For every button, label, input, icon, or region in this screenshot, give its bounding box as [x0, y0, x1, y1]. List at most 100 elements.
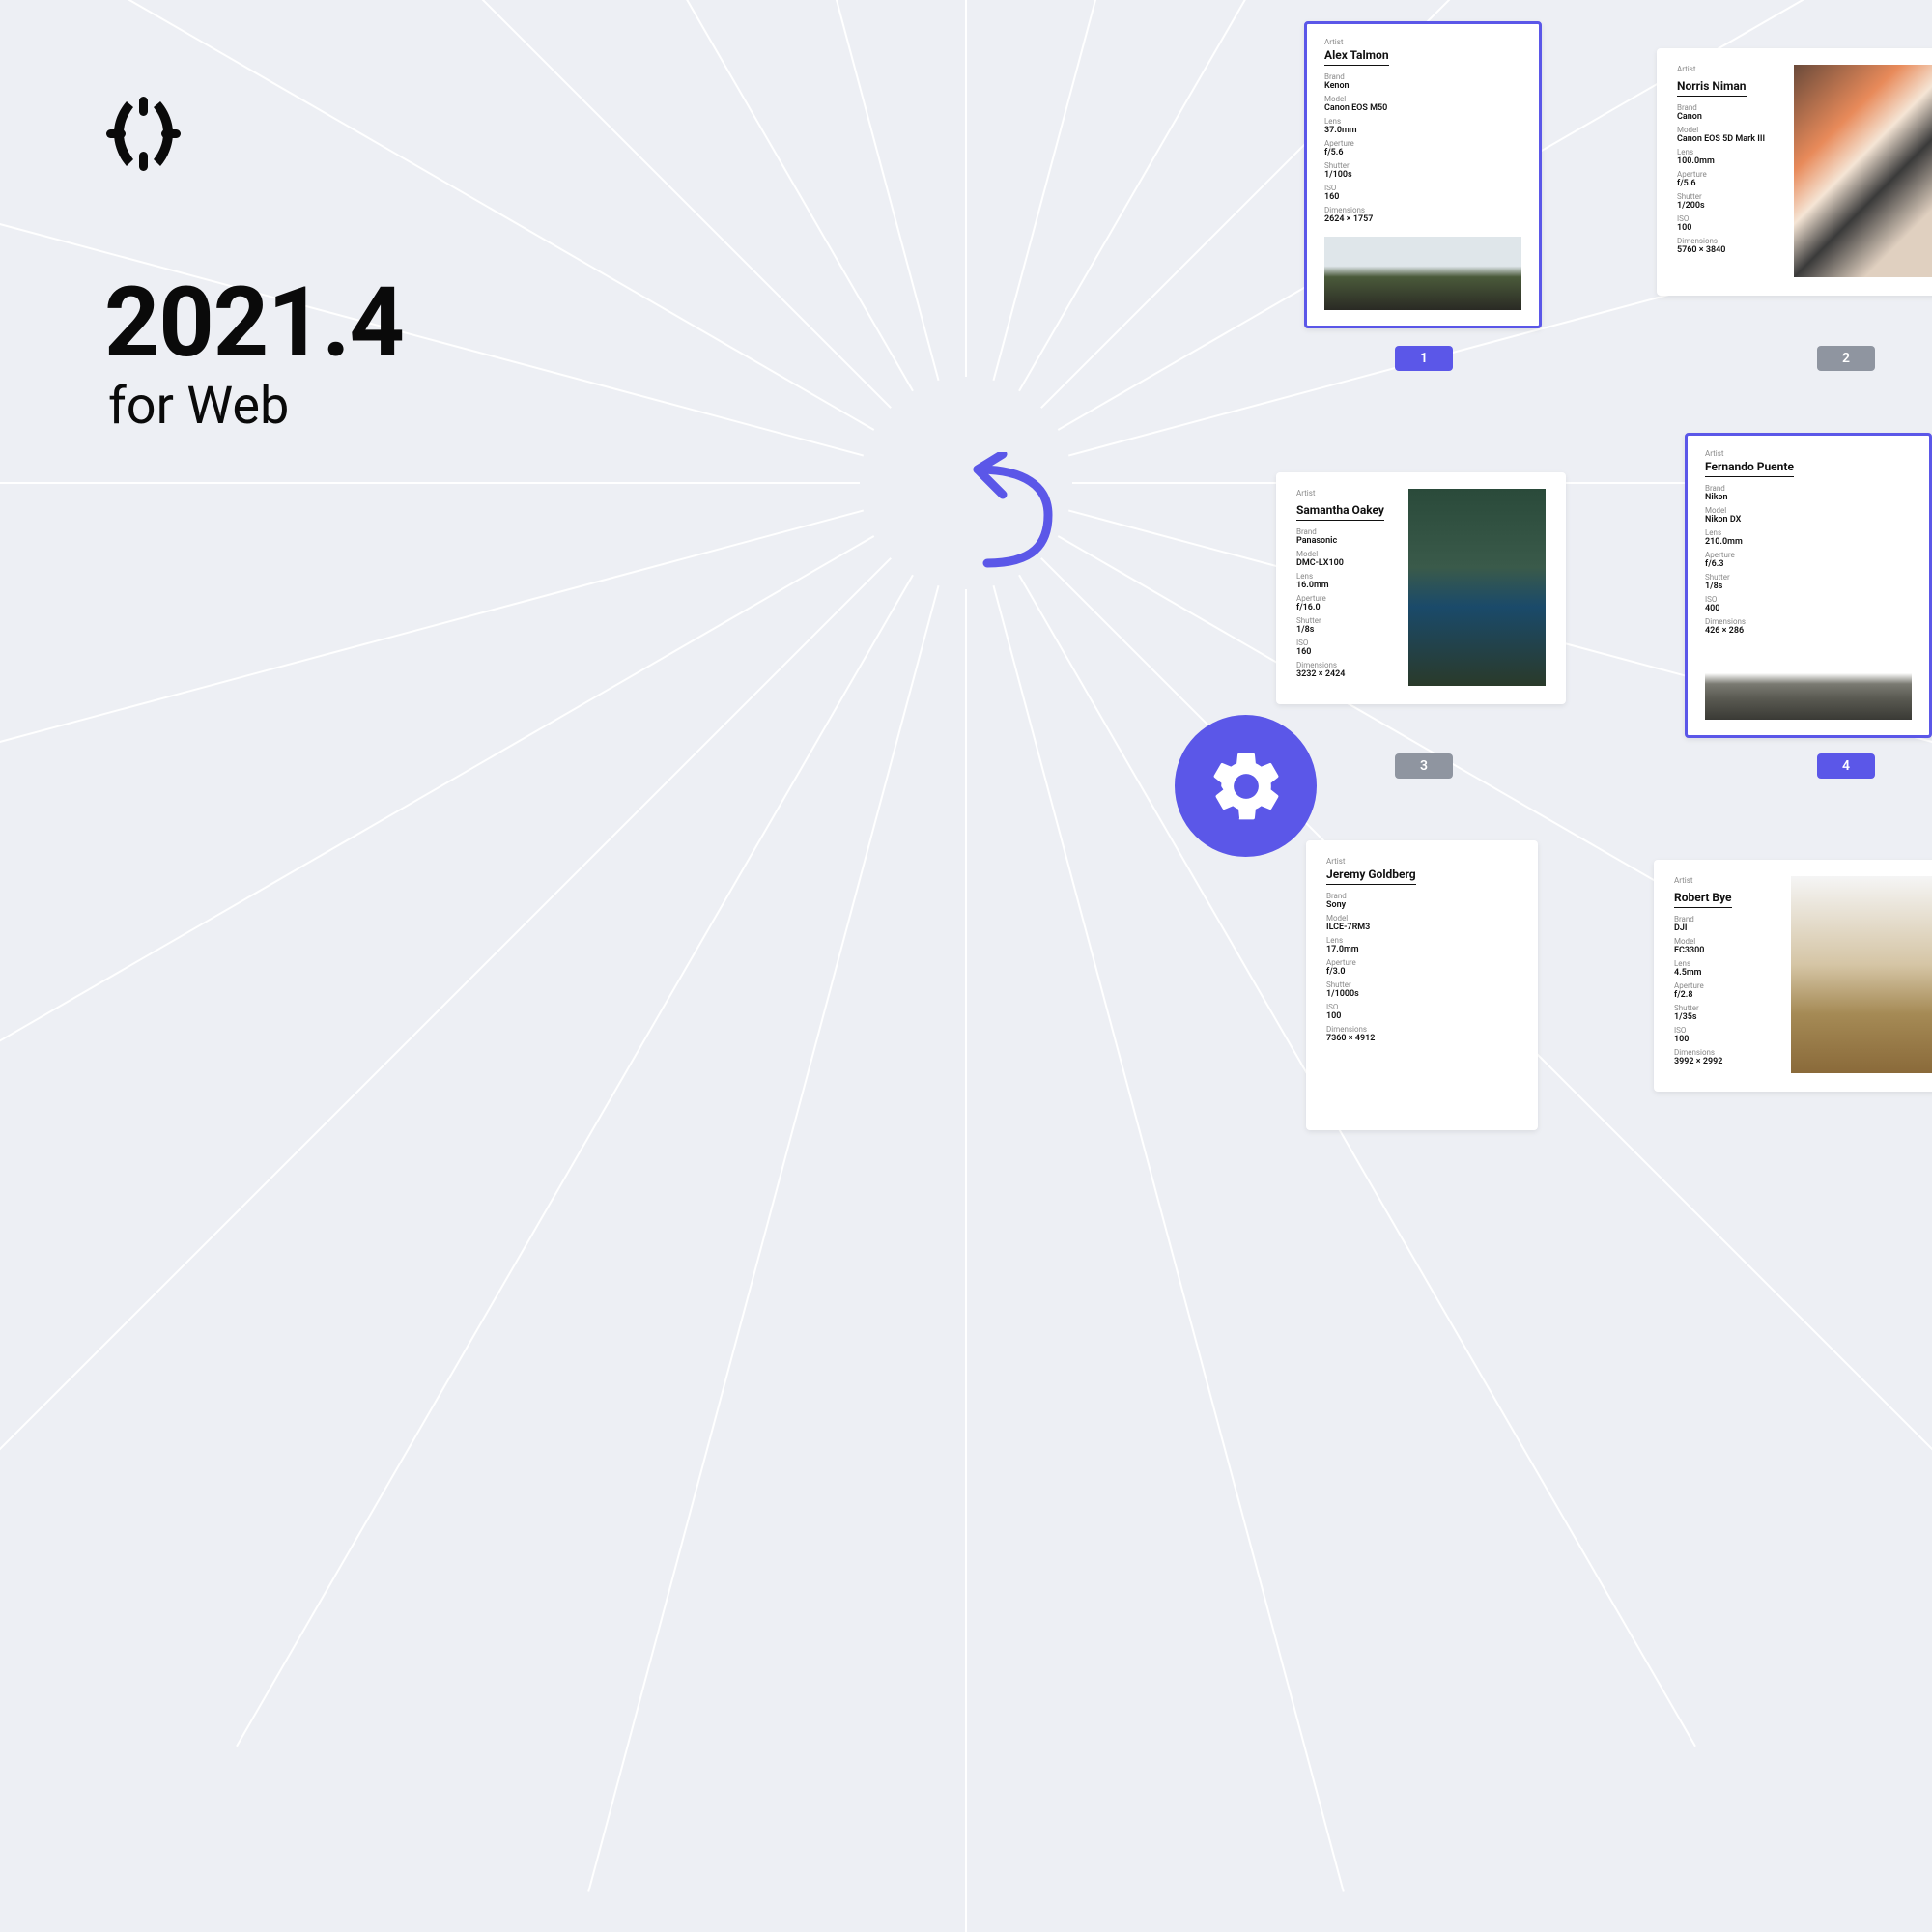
- meta-value: 4.5mm: [1674, 968, 1776, 978]
- meta-value: f/5.6: [1677, 179, 1778, 188]
- page-thumb-2[interactable]: Artist Norris Niman BrandCanon ModelCanon…: [1657, 48, 1932, 296]
- meta-label: Dimensions: [1705, 618, 1912, 626]
- version-block: 2021.4 for Web: [104, 275, 404, 435]
- card-meta: BrandSonyModelILCE-7RM3Lens17.0mmApertur…: [1326, 893, 1518, 1048]
- meta-label: Aperture: [1296, 595, 1393, 603]
- meta-label: ISO: [1324, 185, 1521, 192]
- card-photo: [1794, 65, 1932, 277]
- undo-icon: [966, 452, 1072, 572]
- version-number: 2021.4: [104, 275, 404, 372]
- meta-label: Shutter: [1705, 574, 1912, 582]
- meta-value: Canon: [1677, 112, 1778, 122]
- meta-label: Brand: [1326, 893, 1518, 900]
- meta-label: Shutter: [1296, 617, 1393, 625]
- card-photo: [1791, 876, 1932, 1073]
- card-title: Jeremy Goldberg: [1326, 867, 1416, 885]
- card-title: Samantha Oakey: [1296, 503, 1384, 521]
- meta-label: Lens: [1677, 149, 1778, 156]
- page-thumb-4[interactable]: Artist Fernando Puente BrandNikonModelNi…: [1685, 433, 1932, 738]
- meta-value: Sony: [1326, 900, 1518, 910]
- meta-label: Shutter: [1324, 162, 1521, 170]
- meta-value: 1/35s: [1674, 1012, 1776, 1022]
- meta-label: Model: [1705, 507, 1912, 515]
- meta-value: 1/1000s: [1326, 989, 1518, 999]
- meta-value: 100: [1326, 1011, 1518, 1021]
- meta-label: Brand: [1674, 916, 1776, 923]
- page-thumb-1[interactable]: Artist Alex Talmon BrandKenonModelCanon …: [1304, 21, 1542, 328]
- meta-value: 17.0mm: [1326, 945, 1518, 954]
- card-meta: BrandNikon ModelNikon DX Lens210.0mm Apertu…: [1705, 485, 1912, 640]
- page-thumb-3[interactable]: Artist Samantha Oakey BrandPanasonicMode…: [1276, 472, 1566, 704]
- meta-label: Model: [1324, 96, 1521, 103]
- meta-value: 160: [1324, 192, 1521, 202]
- meta-label: Model: [1296, 551, 1393, 558]
- card-meta: BrandKenonModelCanon EOS M50Lens37.0mmAp…: [1324, 73, 1521, 229]
- meta-label: Dimensions: [1324, 207, 1521, 214]
- card-title: Norris Niman: [1677, 79, 1747, 97]
- meta-value: 100.0mm: [1677, 156, 1778, 166]
- meta-value: f/16.0: [1296, 603, 1393, 612]
- meta-value: f/5.6: [1324, 148, 1521, 157]
- meta-label: Brand: [1677, 104, 1778, 112]
- card-label: Artist: [1326, 857, 1518, 866]
- meta-value: DMC-LX100: [1296, 558, 1393, 568]
- meta-label: Brand: [1296, 528, 1393, 536]
- card-meta: BrandDJIModelFC3300Lens4.5mmAperturef/2.…: [1674, 916, 1776, 1066]
- card-photo: [1324, 237, 1521, 310]
- page-thumb-6[interactable]: Artist Robert Bye BrandDJIModelFC3300Len…: [1654, 860, 1932, 1092]
- meta-value: 100: [1677, 223, 1778, 233]
- meta-label: Model: [1326, 915, 1518, 923]
- meta-value: Nikon DX: [1705, 515, 1912, 525]
- meta-label: Lens: [1674, 960, 1776, 968]
- meta-label: Shutter: [1677, 193, 1778, 201]
- card-photo: [1705, 648, 1912, 720]
- version-subtitle: for Web: [108, 378, 404, 435]
- gear-icon: [1175, 715, 1317, 857]
- card-meta: BrandCanon ModelCanon EOS 5D Mark III Lens…: [1677, 104, 1778, 255]
- meta-label: Lens: [1326, 937, 1518, 945]
- meta-label: Dimensions: [1296, 662, 1393, 669]
- card-photo: [1408, 489, 1546, 686]
- page-number-4[interactable]: 4: [1817, 753, 1875, 779]
- meta-value: 1/200s: [1677, 201, 1778, 211]
- meta-label: Aperture: [1324, 140, 1521, 148]
- card-label: Artist: [1674, 876, 1776, 885]
- meta-value: f/3.0: [1326, 967, 1518, 977]
- meta-label: ISO: [1674, 1027, 1776, 1035]
- meta-value: Nikon: [1705, 493, 1912, 502]
- page-number-2[interactable]: 2: [1817, 346, 1875, 371]
- meta-value: 2624 × 1757: [1324, 214, 1521, 224]
- meta-value: 7360 × 4912: [1326, 1034, 1518, 1043]
- meta-label: Model: [1677, 127, 1778, 134]
- page-number-3[interactable]: 3: [1395, 753, 1453, 779]
- meta-value: Kenon: [1324, 81, 1521, 91]
- meta-value: f/2.8: [1674, 990, 1776, 1000]
- meta-label: Dimensions: [1326, 1026, 1518, 1034]
- meta-value: DJI: [1674, 923, 1776, 933]
- page-thumb-5[interactable]: Artist Jeremy Goldberg BrandSony ModelILC…: [1306, 840, 1538, 1130]
- meta-label: Lens: [1705, 529, 1912, 537]
- meta-value: ILCE-7RM3: [1326, 923, 1518, 932]
- meta-value: Canon EOS 5D Mark III: [1677, 134, 1778, 144]
- meta-label: Aperture: [1705, 552, 1912, 559]
- card-label: Artist: [1705, 449, 1912, 458]
- meta-label: Aperture: [1674, 982, 1776, 990]
- meta-label: Brand: [1324, 73, 1521, 81]
- meta-value: 426 × 286: [1705, 626, 1912, 636]
- card-meta: BrandPanasonic ModelDMC-LX100 Lens16.0mm Ap…: [1296, 528, 1393, 679]
- meta-value: 16.0mm: [1296, 581, 1393, 590]
- page-number-1[interactable]: 1: [1395, 346, 1453, 371]
- meta-value: 37.0mm: [1324, 126, 1521, 135]
- card-label: Artist: [1324, 38, 1521, 46]
- meta-value: 210.0mm: [1705, 537, 1912, 547]
- meta-label: Lens: [1296, 573, 1393, 581]
- card-label: Artist: [1677, 65, 1778, 73]
- meta-value: 3232 × 2424: [1296, 669, 1393, 679]
- meta-label: ISO: [1326, 1004, 1518, 1011]
- meta-value: Panasonic: [1296, 536, 1393, 546]
- meta-label: Shutter: [1674, 1005, 1776, 1012]
- meta-value: Canon EOS M50: [1324, 103, 1521, 113]
- meta-value: 160: [1296, 647, 1393, 657]
- meta-label: Brand: [1705, 485, 1912, 493]
- meta-label: Aperture: [1677, 171, 1778, 179]
